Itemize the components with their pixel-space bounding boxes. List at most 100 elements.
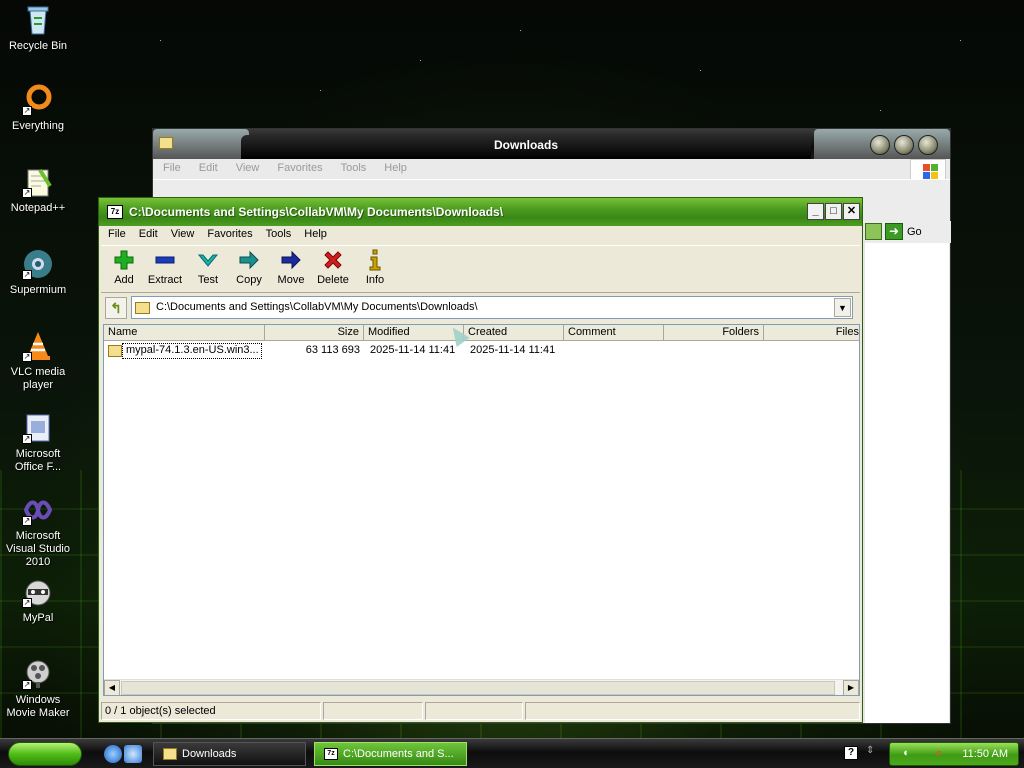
explorer-menu-tools[interactable]: Tools	[331, 159, 375, 174]
help-icon[interactable]: ?	[844, 746, 858, 760]
explorer-title: Downloads	[241, 135, 811, 159]
tray-scroll-icon[interactable]: ⇕	[866, 745, 880, 761]
supermium-browser-icon: ↗	[22, 248, 54, 280]
close-button[interactable]: ✕	[843, 203, 860, 220]
taskbar: Downloads 7z C:\Documents and S... ? ⇕ ◖…	[0, 738, 1024, 768]
cell-modified: 2025-11-14 11:41	[370, 344, 456, 356]
explorer-menu-favorites[interactable]: Favorites	[267, 159, 330, 174]
shortcut-arrow-icon: ↗	[22, 352, 32, 362]
explorer-content-pane[interactable]	[865, 243, 949, 723]
address-text[interactable]: C:\Documents and Settings\CollabVM\My Do…	[156, 301, 478, 313]
desktop-icon-movie-maker[interactable]: ↗ Windows Movie Maker	[2, 658, 74, 720]
menu-tools[interactable]: Tools	[259, 226, 298, 240]
explorer-titlebar[interactable]: Downloads	[153, 129, 950, 159]
address-bar: ↰ C:\Documents and Settings\CollabVM\My …	[101, 295, 860, 321]
check-icon	[196, 248, 220, 272]
shortcut-arrow-icon: ↗	[22, 270, 32, 280]
column-header-size[interactable]: Size	[265, 325, 364, 341]
system-tray: ◖ ⌕ 11:50 AM	[889, 742, 1019, 766]
table-row[interactable]: mypal-74.1.3.en-US.win3... 63 113 693 20…	[104, 343, 859, 359]
scroll-right-icon[interactable]: ▶	[843, 680, 859, 695]
menu-help[interactable]: Help	[297, 226, 333, 240]
address-combo[interactable]: C:\Documents and Settings\CollabVM\My Do…	[131, 296, 853, 319]
movie-maker-film-icon: ↗	[22, 658, 54, 690]
tray-search-icon[interactable]: ⌕	[936, 747, 942, 760]
clock[interactable]: 11:50 AM	[962, 748, 1008, 760]
desktop-icon-office[interactable]: ↗ Microsoft Office F...	[2, 412, 74, 474]
delete-button[interactable]: Delete	[315, 248, 351, 286]
go-arrow-icon[interactable]: ➜	[885, 223, 903, 240]
menu-edit[interactable]: Edit	[132, 226, 164, 240]
test-button[interactable]: Test	[193, 248, 223, 286]
explorer-menu-file[interactable]: File	[153, 159, 189, 174]
copy-button[interactable]: Copy	[233, 248, 265, 286]
7zip-menubar: File Edit View Favorites Tools Help	[101, 226, 860, 244]
show-desktop-icon[interactable]	[124, 745, 142, 763]
address-dropdown-icon[interactable]	[865, 223, 882, 240]
minimize-button[interactable]	[870, 135, 890, 155]
shortcut-arrow-icon: ↗	[22, 106, 32, 116]
taskbar-item-downloads[interactable]: Downloads	[153, 742, 306, 766]
explorer-menu-help[interactable]: Help	[374, 159, 415, 174]
tray-volume-icon[interactable]: ◖	[902, 747, 909, 759]
column-header-files[interactable]: Files	[764, 325, 859, 341]
minus-icon	[153, 248, 177, 272]
minimize-button[interactable]: _	[807, 203, 824, 220]
desktop-icon-label: Supermium	[9, 284, 67, 296]
7zip-titlebar[interactable]: 7z C:\Documents and Settings\CollabVM\My…	[99, 198, 862, 226]
maximize-button[interactable]: □	[825, 203, 842, 220]
cell-size: 63 113 693	[305, 344, 360, 356]
desktop-icon-supermium[interactable]: ↗ Supermium	[2, 248, 74, 297]
extract-button[interactable]: Extract	[145, 248, 185, 286]
column-header-created[interactable]: Created	[464, 325, 564, 341]
desktop-icon-visual-studio[interactable]: ↗ Microsoft Visual Studio 2010	[2, 494, 74, 569]
arrow-right-icon	[279, 248, 303, 272]
column-header-comment[interactable]: Comment	[564, 325, 664, 341]
explorer-menubar: File Edit View Favorites Tools Help	[153, 159, 950, 179]
up-folder-icon[interactable]: ↰	[105, 297, 127, 319]
info-button[interactable]: Info	[361, 248, 389, 286]
double-arrow-icon	[237, 248, 261, 272]
desktop-icon-vlc[interactable]: ↗ VLC media player	[2, 330, 74, 392]
visual-studio-icon: ↗	[22, 494, 54, 526]
horizontal-scrollbar[interactable]: ◀ ▶	[104, 679, 859, 695]
taskbar-item-7zip[interactable]: 7z C:\Documents and S...	[314, 742, 467, 766]
plus-icon	[112, 248, 136, 272]
internet-explorer-icon[interactable]	[104, 745, 122, 763]
file-list[interactable]: Name Size Modified Created Comment Folde…	[103, 324, 860, 696]
close-button[interactable]	[918, 135, 938, 155]
shortcut-arrow-icon: ↗	[22, 188, 32, 198]
7zip-window[interactable]: 7z C:\Documents and Settings\CollabVM\My…	[98, 197, 863, 723]
menu-view[interactable]: View	[164, 226, 201, 240]
windows-logo-icon	[910, 159, 946, 181]
add-button[interactable]: Add	[109, 248, 139, 286]
maximize-button[interactable]	[894, 135, 914, 155]
scroll-left-icon[interactable]: ◀	[104, 680, 120, 695]
desktop-icon-recycle-bin[interactable]: Recycle Bin	[2, 4, 74, 53]
desktop-icon-notepad-plus-plus[interactable]: ↗ Notepad++	[2, 166, 74, 215]
start-button[interactable]	[8, 742, 82, 766]
desktop-icon-everything[interactable]: ↗ Everything	[2, 84, 74, 133]
menu-favorites[interactable]: Favorites	[200, 226, 258, 240]
desktop-icon-label: Microsoft Visual Studio 2010	[5, 530, 70, 568]
explorer-menu-edit[interactable]: Edit	[189, 159, 226, 174]
chevron-down-icon[interactable]: ▼	[834, 298, 851, 317]
cell-name[interactable]: mypal-74.1.3.en-US.win3...	[122, 343, 262, 359]
column-header-name[interactable]: Name	[104, 325, 265, 341]
menu-file[interactable]: File	[101, 226, 132, 240]
desktop-icon-label: Microsoft Office F...	[14, 448, 62, 473]
column-header-folders[interactable]: Folders	[664, 325, 764, 341]
desktop-icon-mypal[interactable]: ↗ MyPal	[2, 576, 74, 625]
vlc-cone-icon: ↗	[22, 330, 54, 362]
explorer-menu-view[interactable]: View	[226, 159, 268, 174]
scroll-thumb[interactable]	[121, 681, 835, 695]
move-button[interactable]: Move	[275, 248, 307, 286]
shortcut-arrow-icon: ↗	[22, 598, 32, 608]
x-icon	[321, 248, 345, 272]
go-button-label[interactable]: Go	[907, 226, 922, 238]
status-text: 0 / 1 object(s) selected	[101, 702, 321, 720]
desktop-icon-label: VLC media player	[10, 366, 66, 391]
everything-search-icon: ↗	[22, 84, 54, 116]
folder-icon	[135, 302, 150, 314]
explorer-go-area: ➜ Go	[865, 221, 951, 243]
